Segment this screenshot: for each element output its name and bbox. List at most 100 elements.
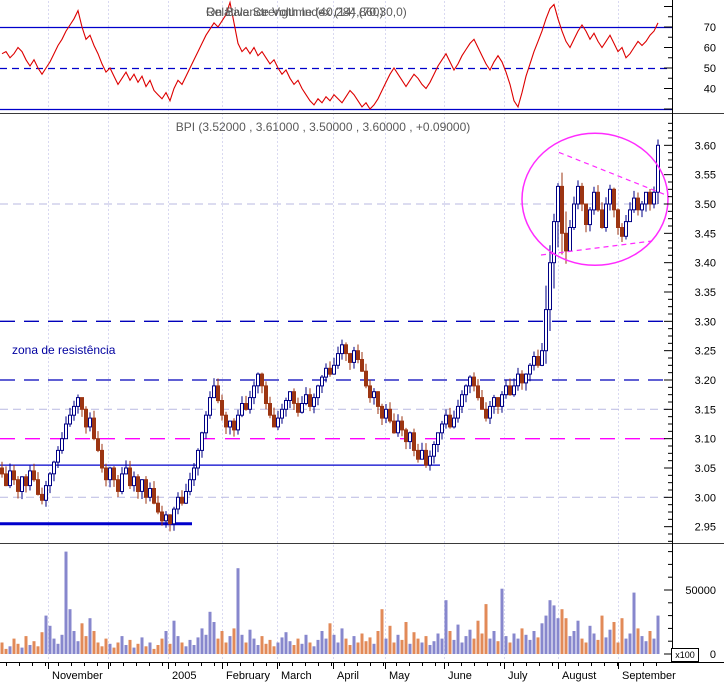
candle-body	[640, 203, 644, 211]
candle-body	[200, 432, 204, 451]
candle-body	[628, 209, 632, 223]
candle-body	[12, 470, 16, 481]
candle-body	[576, 185, 580, 205]
volume-bar	[616, 642, 620, 654]
candle-body	[212, 385, 216, 399]
axis-tick-label: 3.50	[695, 199, 716, 211]
candle-body	[252, 385, 256, 399]
volume-bar	[152, 648, 156, 654]
volume-bar	[444, 600, 448, 654]
volume-bar	[492, 631, 496, 654]
volume-bar	[4, 648, 8, 654]
candle-body	[152, 488, 156, 504]
candle-body	[572, 203, 576, 228]
volume-bar	[288, 641, 292, 654]
volume-bar	[408, 643, 412, 654]
volume-bar	[280, 637, 284, 654]
candle-body	[408, 432, 412, 443]
volume-bar	[220, 631, 224, 654]
volume-bar	[608, 629, 612, 654]
volume-bar	[572, 631, 576, 654]
volume-bar	[464, 636, 468, 654]
volume-bar	[308, 642, 312, 654]
candle-body	[52, 461, 56, 475]
candle-body	[508, 385, 512, 396]
candle-body	[428, 455, 432, 466]
volume-bar	[448, 631, 452, 654]
candle-body	[48, 473, 52, 487]
candle-body	[272, 414, 276, 428]
volume-bar	[376, 631, 380, 654]
candle-body	[172, 508, 176, 525]
candle-body	[600, 209, 604, 228]
candle-body	[196, 449, 200, 469]
volume-bar	[176, 636, 180, 654]
volume-bar	[156, 645, 160, 654]
candle-body	[360, 359, 364, 372]
candle-body	[544, 309, 548, 352]
volume-bar	[524, 634, 528, 654]
candle-body	[440, 423, 444, 434]
axis-tick-label: 3.05	[695, 463, 716, 475]
candle-body	[68, 414, 72, 425]
candle-body	[656, 144, 660, 193]
volume-bar	[96, 642, 100, 654]
volume-bar	[40, 632, 44, 654]
volume-bar	[360, 633, 364, 654]
candle-body	[180, 496, 184, 504]
candle-body	[648, 191, 652, 205]
volume-bar	[128, 639, 132, 654]
candle-body	[176, 496, 180, 510]
volume-bar	[468, 629, 472, 654]
volume-bar	[624, 638, 628, 654]
candle-body	[528, 364, 532, 375]
volume-bar	[388, 625, 392, 654]
volume-bar	[224, 642, 228, 654]
month-label: 2005	[172, 670, 196, 682]
candle-body	[552, 221, 556, 264]
axis-tick-label: 60	[704, 43, 716, 55]
volume-bar	[124, 645, 128, 654]
candle-body	[168, 514, 172, 525]
candle-body	[264, 385, 268, 404]
volume-bar	[244, 642, 248, 654]
candle-body	[632, 197, 636, 211]
volume-bar	[560, 609, 564, 654]
volume-bar	[88, 618, 92, 654]
candle-body	[384, 408, 388, 419]
candle-body	[100, 449, 104, 469]
candle-body	[40, 493, 44, 501]
volume-bar	[364, 641, 368, 654]
candle-body	[228, 420, 232, 428]
volume-bar	[132, 647, 136, 654]
candle-body	[208, 397, 212, 416]
volume-bar	[300, 643, 304, 654]
volume-bar	[196, 637, 200, 654]
candle-body	[392, 420, 396, 434]
volume-bar	[32, 641, 36, 654]
candle-body	[340, 344, 344, 355]
volume-bar	[104, 638, 108, 654]
candle-body	[4, 473, 8, 487]
month-label: June	[448, 670, 472, 682]
candle-body	[496, 397, 500, 407]
volume-bar	[252, 638, 256, 654]
volume-bar	[420, 642, 424, 654]
volume-bar	[56, 643, 60, 654]
axis-tick-label: 50000	[685, 585, 716, 597]
stock-chart-canvas[interactable]: Relative Strength Index (14) (70,30,0) O…	[0, 0, 724, 685]
candle-body	[156, 502, 160, 513]
volume-bar	[8, 646, 12, 654]
volume-bar	[80, 623, 84, 654]
axis-tick-label: 3.20	[695, 375, 716, 387]
candle-body	[308, 394, 312, 407]
volume-bar	[188, 639, 192, 654]
volume-bar	[556, 618, 560, 654]
candle-body	[396, 420, 400, 434]
volume-bar	[208, 611, 212, 654]
volume-bar	[248, 629, 252, 654]
candle-body	[76, 397, 80, 407]
candle-body	[548, 262, 552, 311]
candle-body	[296, 403, 300, 413]
volume-bar	[540, 623, 544, 654]
